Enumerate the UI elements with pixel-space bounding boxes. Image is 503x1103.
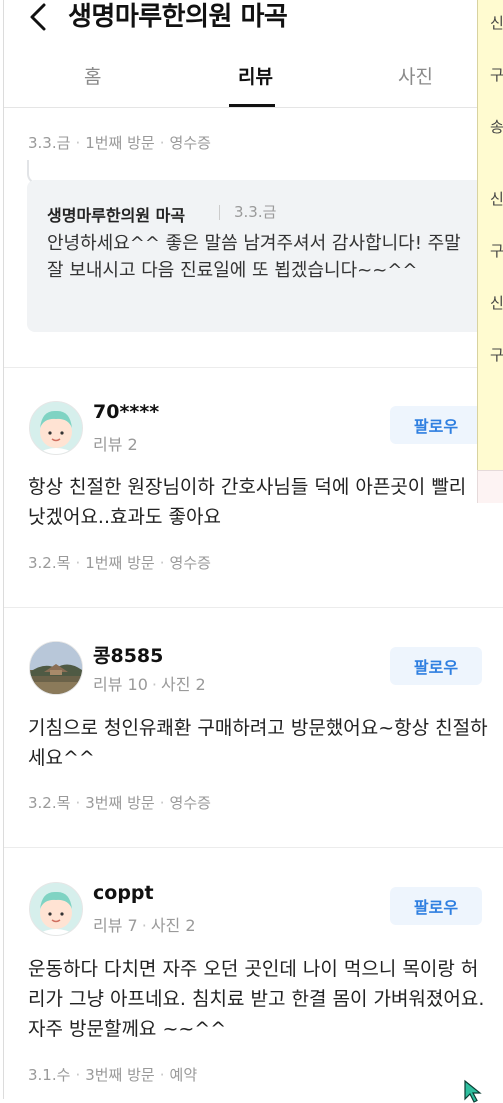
side-panel-item[interactable]: 신 [490, 12, 503, 33]
review-meta: 3.2.목 · 3번째 방문 · 영수증 [28, 794, 211, 812]
photo-count: 사진 2 [150, 916, 196, 935]
reviewer-stats: 리뷰 10 · 사진 2 [93, 675, 206, 694]
avatar[interactable] [29, 641, 83, 695]
avatar-face-icon [30, 402, 82, 454]
tab-reviews[interactable]: 리뷰 [238, 62, 273, 89]
avatar-landscape-icon [30, 642, 82, 694]
reviewer-stats: 리뷰 2 [93, 431, 138, 455]
review-divider [4, 607, 503, 608]
back-arrow-icon[interactable] [26, 2, 54, 32]
follow-button[interactable]: 팔로우 [390, 887, 482, 925]
owner-reply: 생명마루한의원 마곡 3.3.금 안녕하세요^^ 좋은 말씀 남겨주셔서 감사합… [27, 180, 503, 332]
review-text[interactable]: 항상 친절한 원장님이하 간호사님들 덕에 아픈곳이 빨리 낫겠어요..효과도 … [28, 472, 488, 532]
review-proof: 영수증 [169, 794, 211, 812]
tab-home[interactable]: 홈 [84, 62, 101, 89]
review-visit: 3번째 방문 [85, 1066, 155, 1084]
side-panel-item[interactable]: 구 [490, 240, 503, 261]
review-proof: 예약 [169, 1066, 198, 1084]
review-count: 리뷰 2 [93, 435, 138, 454]
follow-button[interactable]: 팔로우 [390, 406, 482, 444]
side-panel-footer [477, 470, 503, 503]
follow-button[interactable]: 팔로우 [390, 647, 482, 685]
reviewer-name[interactable]: coppt [93, 882, 154, 904]
side-overlay-panel[interactable]: 신 구 송 신 구 신 구 [477, 0, 503, 470]
reply-date: 3.3.금 [219, 205, 276, 220]
reply-author: 생명마루한의원 마곡 [47, 206, 186, 225]
side-panel-item[interactable]: 송 [490, 116, 503, 137]
review-date: 3.2.목 [28, 794, 71, 812]
review-date: 3.2.목 [28, 554, 71, 572]
side-panel-item[interactable]: 신 [490, 292, 503, 313]
tab-bar-divider [4, 107, 503, 108]
header: 생명마루한의원 마곡 홈 리뷰 사진 [4, 0, 503, 108]
review-text[interactable]: 운동하다 다치면 자주 오던 곳인데 나이 먹으니 목이랑 허리가 그냥 아프네… [28, 954, 488, 1044]
review-proof: 영수증 [169, 134, 211, 152]
reviewer-name[interactable]: 70**** [93, 401, 159, 423]
photo-count: 사진 2 [160, 675, 206, 694]
avatar[interactable] [29, 882, 83, 936]
side-panel-item[interactable]: 구 [490, 64, 503, 85]
review-date: 3.3.금 [28, 134, 71, 152]
side-panel-item[interactable]: 신 [490, 188, 503, 209]
reviewer-name[interactable]: 콩8585 [93, 641, 163, 668]
review-meta: 3.3.금 · 1번째 방문 · 영수증 [28, 134, 211, 152]
review-visit: 1번째 방문 [85, 554, 155, 572]
review-meta: 3.1.수 · 3번째 방문 · 예약 [28, 1066, 198, 1084]
review-count: 리뷰 7 [93, 916, 138, 935]
review-meta: 3.2.목 · 1번째 방문 · 영수증 [28, 554, 211, 572]
review-count: 리뷰 10 [93, 675, 148, 694]
reviewer-stats: 리뷰 7 · 사진 2 [93, 916, 196, 935]
review-visit: 3번째 방문 [85, 794, 155, 812]
avatar[interactable] [29, 401, 83, 455]
review-text[interactable]: 기침으로 청인유쾌환 구매하려고 방문했어요~항상 친절하세요^^ [28, 713, 488, 773]
review-proof: 영수증 [169, 554, 211, 572]
avatar-face-icon [30, 883, 82, 935]
tab-photos[interactable]: 사진 [398, 62, 433, 89]
review-date: 3.1.수 [28, 1066, 71, 1084]
page-title: 생명마루한의원 마곡 [68, 2, 288, 32]
review-divider [4, 847, 503, 848]
mouse-cursor-icon [464, 1079, 482, 1103]
review-visit: 1번째 방문 [85, 134, 155, 152]
left-edge-line [3, 0, 4, 1099]
review-divider [4, 367, 503, 368]
reply-text: 안녕하세요^^ 좋은 말씀 남겨주셔서 감사합니다! 주말 잘 보내시고 다음 … [47, 233, 461, 281]
side-panel-item[interactable]: 구 [490, 344, 503, 365]
